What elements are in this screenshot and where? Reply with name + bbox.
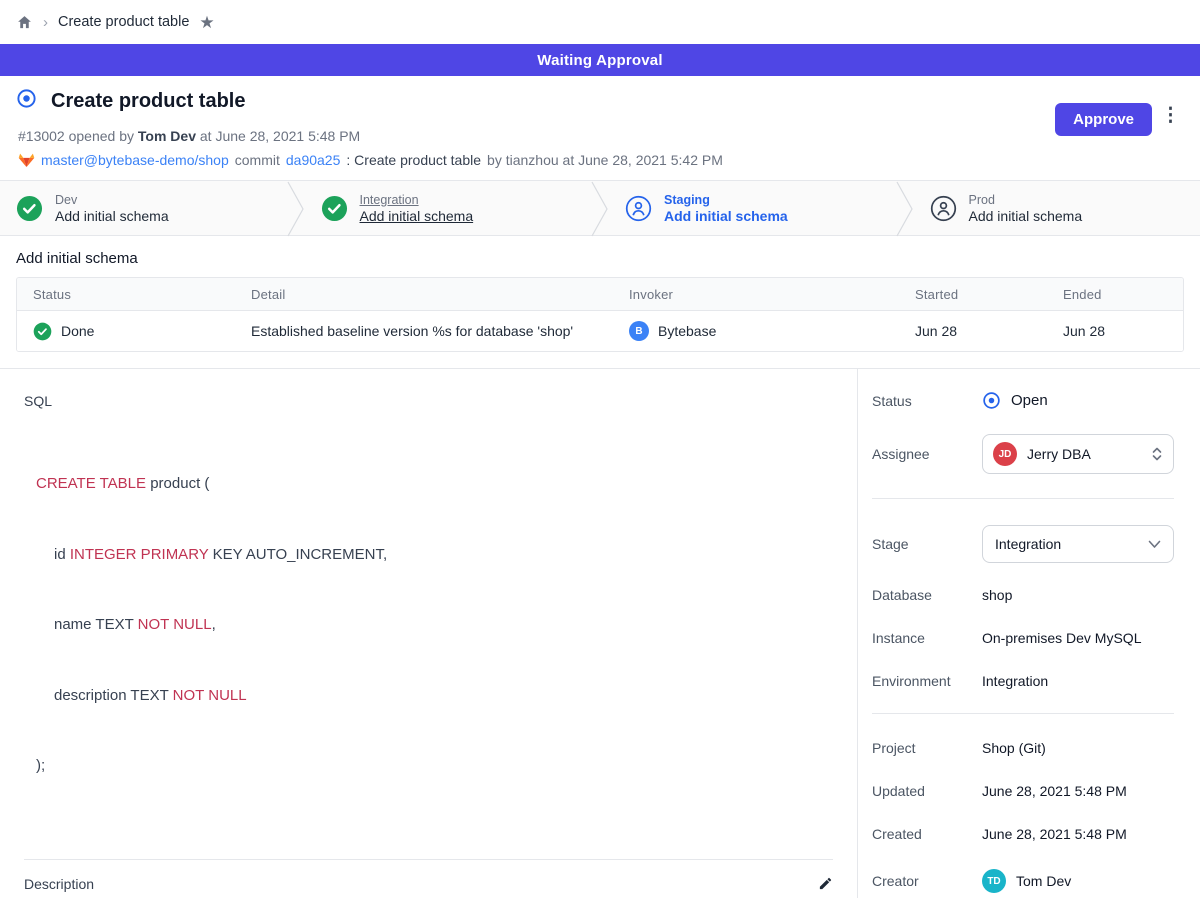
- check-circle-icon: [321, 195, 348, 222]
- divider: [24, 859, 833, 860]
- status-value: Open: [1011, 392, 1048, 409]
- issue-title: Create product table: [51, 90, 245, 113]
- issue-header: Create product table #13002 opened by To…: [0, 76, 1200, 180]
- task-invoker-cell: B Bytebase: [613, 321, 899, 341]
- database-value: shop: [982, 587, 1012, 603]
- stage-dev[interactable]: DevAdd initial schema: [0, 181, 287, 235]
- breadcrumb: › Create product table ★: [0, 0, 1200, 44]
- issue-author: Tom Dev: [138, 128, 196, 144]
- chevron-updown-icon: [1151, 446, 1163, 462]
- task-ended-cell: Jun 28: [1047, 323, 1183, 339]
- vcs-commit-byline: by tianzhou at June 28, 2021 5:42 PM: [487, 152, 723, 168]
- divider: [872, 713, 1174, 714]
- issue-sidebar: Status Open Assignee JD Jerry DBA Stage: [858, 369, 1200, 898]
- sql-code-block: CREATE TABLE product ( id INTEGER PRIMAR…: [36, 425, 833, 825]
- stage-staging[interactable]: StagingAdd initial schema: [609, 181, 896, 235]
- status-banner-text: Waiting Approval: [537, 52, 662, 69]
- stage-separator: [896, 181, 914, 237]
- task-status-cell: Done: [17, 322, 235, 341]
- pipeline-stages: DevAdd initial schema IntegrationAdd ini…: [0, 180, 1200, 236]
- task-table: Status Detail Invoker Started Ended Done…: [16, 277, 1184, 352]
- breadcrumb-title[interactable]: Create product table: [58, 14, 189, 30]
- created-value: June 28, 2021 5:48 PM: [982, 826, 1127, 842]
- bytebase-avatar: B: [629, 321, 649, 341]
- database-label: Database: [872, 587, 982, 603]
- issue-meta: #13002 opened by Tom Dev at June 28, 202…: [18, 128, 1176, 144]
- project-value: Shop (Git): [982, 740, 1046, 756]
- task-started-cell: Jun 28: [899, 323, 1047, 339]
- vcs-commit-message: : Create product table: [346, 152, 481, 168]
- assignee-label: Assignee: [872, 446, 982, 462]
- instance-value: On-premises Dev MySQL: [982, 630, 1141, 646]
- assignee-value: Jerry DBA: [1027, 446, 1141, 462]
- stage-separator: [287, 181, 305, 237]
- person-circle-icon: [625, 195, 652, 222]
- favorite-star-icon[interactable]: ★: [199, 14, 214, 31]
- check-circle-icon: [33, 322, 52, 341]
- task-table-header: Status Detail Invoker Started Ended: [17, 278, 1183, 311]
- stage-select[interactable]: Integration: [982, 525, 1174, 563]
- creator-value: Tom Dev: [1016, 873, 1071, 889]
- check-circle-icon: [16, 195, 43, 222]
- issue-open-icon: [16, 88, 37, 114]
- creator-label: Creator: [872, 873, 982, 889]
- updated-label: Updated: [872, 783, 982, 799]
- vcs-branch-link[interactable]: master@bytebase-demo/shop: [41, 152, 229, 168]
- assignee-select[interactable]: JD Jerry DBA: [982, 434, 1174, 474]
- status-label: Status: [872, 393, 982, 409]
- stage-separator: [591, 181, 609, 237]
- task-section: Add initial schema Status Detail Invoker…: [0, 236, 1200, 368]
- approve-button[interactable]: Approve: [1055, 103, 1152, 136]
- more-options-icon[interactable]: ⋮: [1161, 106, 1180, 127]
- gitlab-icon: [18, 152, 35, 168]
- task-table-row[interactable]: Done Established baseline version %s for…: [17, 311, 1183, 351]
- edit-pencil-icon[interactable]: [818, 876, 833, 891]
- sql-label: SQL: [24, 393, 833, 409]
- assignee-avatar: JD: [993, 442, 1017, 466]
- task-section-heading: Add initial schema: [16, 250, 1184, 267]
- issue-body: SQL CREATE TABLE product ( id INTEGER PR…: [0, 369, 858, 898]
- vcs-commit-hash-link[interactable]: da90a25: [286, 152, 341, 168]
- home-icon[interactable]: [16, 14, 33, 31]
- creator-avatar: TD: [982, 869, 1006, 893]
- updated-value: June 28, 2021 5:48 PM: [982, 783, 1127, 799]
- stage-value: Integration: [995, 536, 1138, 552]
- chevron-down-icon: [1148, 540, 1161, 549]
- vcs-commit-line: master@bytebase-demo/shop commit da90a25…: [18, 152, 1176, 168]
- status-banner: Waiting Approval: [0, 44, 1200, 76]
- status-open-icon: [982, 391, 1001, 410]
- stage-prod[interactable]: ProdAdd initial schema: [914, 181, 1200, 235]
- project-label: Project: [872, 740, 982, 756]
- created-label: Created: [872, 826, 982, 842]
- divider: [872, 498, 1174, 499]
- instance-label: Instance: [872, 630, 982, 646]
- description-label: Description: [24, 876, 94, 892]
- stage-label: Stage: [872, 536, 982, 552]
- chevron-right-icon: ›: [43, 14, 48, 31]
- stage-integration[interactable]: IntegrationAdd initial schema: [305, 181, 592, 235]
- person-circle-icon: [930, 195, 957, 222]
- environment-value: Integration: [982, 673, 1048, 689]
- environment-label: Environment: [872, 673, 982, 689]
- task-detail-cell: Established baseline version %s for data…: [235, 323, 613, 339]
